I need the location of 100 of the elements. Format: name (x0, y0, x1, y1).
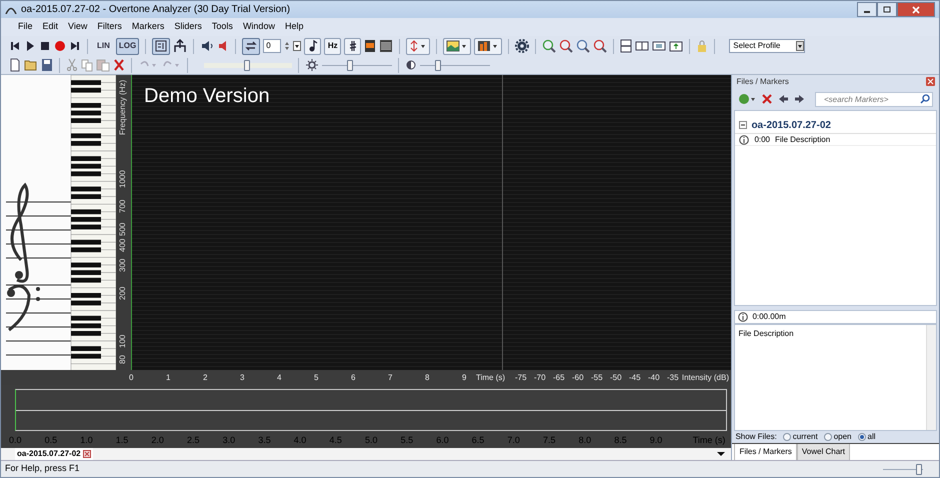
vertical-split-icon[interactable] (635, 39, 650, 53)
panel-tab[interactable]: Vowel Chart (796, 444, 850, 461)
maximize-button[interactable] (877, 2, 897, 17)
axis-tick-label: 400 (117, 238, 128, 252)
axis-tick-label: 4.5 (329, 434, 342, 447)
zoom-slider[interactable] (883, 464, 923, 474)
scrollbar[interactable] (926, 324, 936, 430)
range-slider-thumb[interactable] (244, 60, 250, 70)
color-dropdown-button[interactable] (474, 38, 502, 54)
settings-icon[interactable] (515, 39, 530, 53)
open-folder-icon[interactable] (24, 58, 38, 72)
scale-toggle-button[interactable]: LIN (94, 38, 113, 54)
zoom-slider-thumb[interactable] (916, 464, 922, 474)
axis-tick-label: 3.0 (222, 434, 236, 447)
radio-button[interactable] (782, 432, 791, 441)
spinner-arrows-icon[interactable] (284, 40, 290, 52)
axis-tick-label: -60 (572, 372, 584, 384)
tree-item[interactable]: oa-2015.07.27-02 (735, 117, 936, 134)
add-marker-icon[interactable] (738, 93, 756, 106)
stop-icon[interactable] (39, 39, 51, 53)
hz-button[interactable]: Hz (324, 38, 342, 54)
axis-tick-label: 8.0 (578, 434, 592, 447)
horizontal-split-icon[interactable] (620, 39, 632, 53)
loop-button[interactable] (242, 38, 260, 54)
bar-chart-icon (477, 40, 500, 52)
export-icon[interactable] (173, 39, 188, 53)
maximize-icon (883, 6, 891, 13)
menu-item[interactable]: View (63, 20, 92, 34)
new-file-icon[interactable] (9, 58, 21, 72)
axis-title: Time (s) (476, 372, 506, 384)
axis-tick-label: 2.5 (187, 434, 200, 447)
contrast-icon[interactable] (405, 58, 417, 72)
note-button[interactable] (304, 38, 322, 54)
app-logo-icon (5, 6, 17, 14)
play-icon[interactable] (24, 39, 36, 53)
arrows-dropdown-button[interactable] (406, 38, 430, 54)
menu-item[interactable]: Edit (38, 20, 64, 34)
split-view-icon (155, 40, 168, 52)
menu-item[interactable]: Window (238, 20, 280, 34)
minimize-button[interactable] (857, 2, 877, 17)
description-field[interactable]: File Description (734, 324, 937, 431)
window-layout-icon[interactable] (652, 39, 666, 53)
axis-title: Intensity (dB) (682, 372, 729, 384)
zoom-out-icon[interactable] (559, 39, 574, 53)
info-icon (739, 134, 750, 145)
split-view-button[interactable] (152, 38, 170, 54)
axis-tick-label: 1.5 (116, 434, 128, 447)
save-icon[interactable] (41, 58, 53, 72)
previous-arrow-icon[interactable] (778, 94, 790, 104)
radio-label: current (792, 430, 818, 443)
menu-item[interactable]: Help (280, 20, 308, 34)
zoom-fit-icon[interactable] (576, 39, 590, 53)
brightness-slider-thumb[interactable] (347, 60, 353, 70)
axis-tick-label: 1.0 (80, 434, 93, 447)
radio-button[interactable] (824, 432, 832, 441)
spectrum-bar-icon[interactable] (364, 39, 376, 53)
speaker-icon[interactable] (200, 39, 214, 53)
note-icon (308, 40, 318, 52)
lines-icon[interactable] (379, 39, 394, 53)
collapse-icon[interactable] (739, 121, 748, 130)
record-icon[interactable] (54, 39, 66, 53)
delete-icon[interactable] (113, 58, 125, 72)
axis-tick-label: 80 (117, 354, 128, 364)
delete-icon[interactable] (761, 93, 774, 106)
menu-item[interactable]: Markers (126, 20, 170, 34)
axis-tick-label: 4 (277, 372, 282, 384)
menu-item[interactable]: Filters (92, 20, 127, 34)
skip-back-icon[interactable] (9, 39, 21, 53)
brightness-icon[interactable] (305, 58, 319, 72)
spin-field[interactable]: 0 (263, 39, 282, 53)
radio-label: open (834, 430, 852, 443)
axis-tick-label: 4.0 (294, 434, 306, 447)
close-button[interactable] (897, 2, 935, 17)
radio-button[interactable] (858, 432, 866, 441)
search-field[interactable]: <search Markers> (815, 92, 933, 107)
marker-time: 0:00 (754, 134, 770, 146)
palette-dropdown-button[interactable] (443, 38, 472, 54)
axis-tick-label: 700 (117, 199, 128, 213)
contrast-slider-thumb[interactable] (434, 60, 440, 70)
menu-item[interactable]: File (13, 20, 38, 34)
axis-tick-label: -70 (534, 372, 546, 384)
pitch-button[interactable] (344, 38, 362, 54)
zoom-in-icon[interactable] (542, 39, 556, 53)
menu-item[interactable]: Sliders (169, 20, 207, 34)
menu-item[interactable]: Tools (206, 20, 238, 34)
profile-select[interactable]: Select Profile (729, 39, 806, 53)
demo-watermark-text: Demo Version (144, 84, 270, 109)
panel-tab[interactable]: Files / Markers (734, 444, 797, 461)
skip-forward-icon[interactable] (69, 39, 81, 53)
zoom-reset-icon[interactable] (593, 39, 608, 53)
axis-tick-label: 1 (166, 372, 170, 384)
close-icon (912, 6, 920, 14)
axis-tick-label: 0.0 (9, 434, 22, 447)
next-arrow-icon[interactable] (794, 94, 806, 104)
axis-tick-label: -35 (667, 372, 679, 384)
marker-row[interactable]: 0:00 File Description (735, 133, 936, 146)
dropdown-arrow-icon[interactable] (717, 451, 726, 457)
scale-toggle-button[interactable]: LOG (116, 38, 140, 54)
file-tab[interactable]: oa-2015.07.27-02 (15, 448, 93, 460)
close-icon[interactable] (82, 450, 91, 458)
